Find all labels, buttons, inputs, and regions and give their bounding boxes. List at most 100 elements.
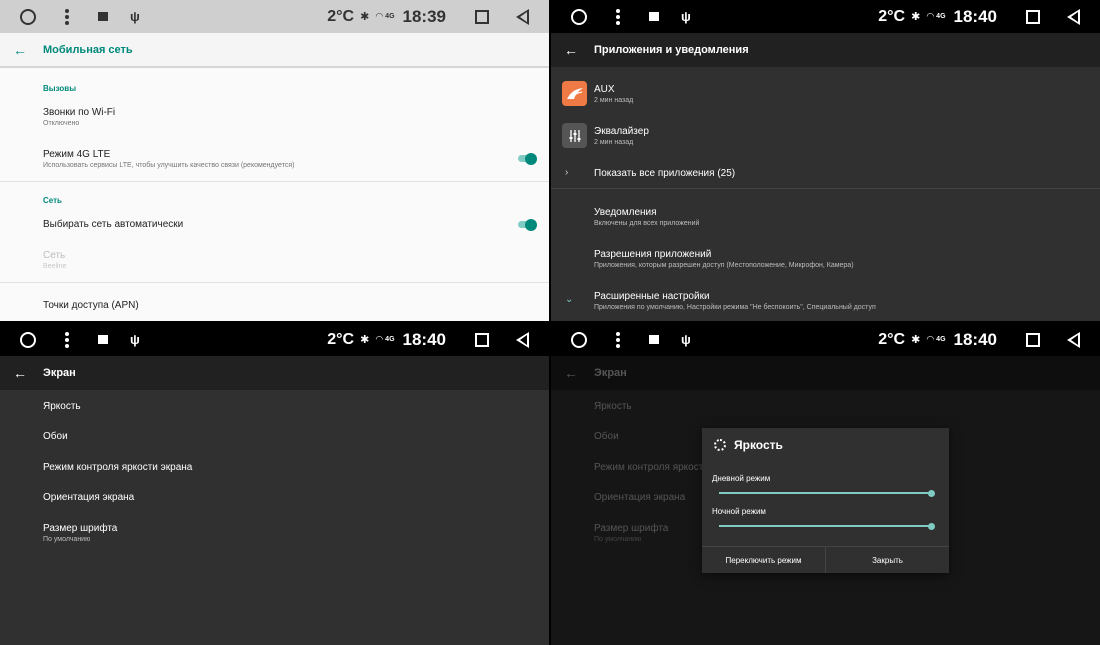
signal-label: 4G <box>385 336 395 343</box>
item-title: Разрешения приложений <box>594 249 712 260</box>
item-title: Показать все приложения (25) <box>594 168 736 179</box>
night-brightness-slider[interactable] <box>719 522 935 530</box>
back-arrow-icon[interactable]: ← <box>13 42 27 58</box>
brightness-mode-item[interactable]: Режим контроля яркости экрана <box>43 462 192 473</box>
item-subtitle: По умолчанию <box>43 536 91 543</box>
switch-mode-button[interactable]: Переключить режим <box>702 547 826 573</box>
recent-apps-icon[interactable] <box>1026 9 1040 24</box>
lte-toggle[interactable] <box>518 152 537 165</box>
back-arrow-icon: ← <box>564 365 578 381</box>
notifications-item[interactable]: Уведомления Включены для всех приложений <box>594 207 699 227</box>
image-icon <box>98 335 108 344</box>
item-title: AUX <box>594 84 615 95</box>
menu-dots-icon[interactable] <box>65 331 69 348</box>
advanced-settings-item[interactable]: Расширенные настройки Приложения по умол… <box>594 291 876 311</box>
page-title: Приложения и уведомления <box>594 44 749 56</box>
back-arrow-icon[interactable]: ← <box>564 42 578 58</box>
back-arrow-icon[interactable]: ← <box>13 365 27 381</box>
item-title: Выбирать сеть автоматически <box>43 219 184 230</box>
back-triangle-icon[interactable] <box>516 8 529 25</box>
clock: 18:40 <box>953 6 997 26</box>
auto-network-item[interactable]: Выбирать сеть автоматически <box>43 219 183 230</box>
brightness-item[interactable]: Яркость <box>43 401 81 412</box>
back-triangle-icon[interactable] <box>516 331 529 348</box>
brightness-dialog: Яркость Дневной режим Ночной режим Перек… <box>702 428 949 573</box>
chevron-right-icon: › <box>565 167 569 178</box>
wifi-icon: ◠ <box>375 334 384 344</box>
menu-dots-icon[interactable] <box>616 8 620 25</box>
usb-icon: ψ <box>130 9 140 24</box>
item-title: Режим 4G LTE <box>43 149 111 160</box>
menu-dots-icon[interactable] <box>616 331 620 348</box>
image-icon <box>649 335 659 344</box>
item-title: Сеть <box>43 250 66 261</box>
apps-notifications-screen: ψ 2°C ✱ ◠ 4G 18:40 ← Приложения и уведом… <box>551 0 1100 321</box>
show-all-apps-item[interactable]: Показать все приложения (25) <box>594 168 735 179</box>
item-subtitle: Beeline <box>43 263 67 270</box>
display-settings-screen: ψ 2°C ✱ ◠ 4G 18:40 ← Экран Яркость Обои … <box>0 323 549 645</box>
back-triangle-icon[interactable] <box>1067 8 1080 25</box>
item-title: Режим контроля яркости экрана <box>43 462 193 473</box>
item-title: Обои <box>43 431 68 442</box>
night-mode-label: Ночной режим <box>712 507 766 516</box>
home-circle-icon[interactable] <box>20 331 36 348</box>
permissions-item[interactable]: Разрешения приложений Приложения, которы… <box>594 249 854 269</box>
section-network: Сеть <box>43 196 62 205</box>
usb-icon: ψ <box>681 332 691 347</box>
close-button[interactable]: Закрыть <box>826 547 949 573</box>
font-size-item: Размер шрифта По умолчанию <box>594 523 668 543</box>
status-bar: ψ 2°C ✱ ◠ 4G 18:40 <box>551 0 1100 33</box>
item-title: Обои <box>594 431 619 442</box>
page-title: Экран <box>43 367 76 379</box>
home-circle-icon[interactable] <box>571 8 587 25</box>
toolbar: ← Мобильная сеть <box>0 33 549 68</box>
item-subtitle: 2 мин назад <box>594 139 634 146</box>
bluetooth-icon: ✱ <box>360 334 370 346</box>
lte-mode-item[interactable]: Режим 4G LTE Использовать сервисы LTE, ч… <box>43 149 294 169</box>
signal-label: 4G <box>385 13 395 20</box>
slider-thumb[interactable] <box>928 489 935 497</box>
menu-dots-icon[interactable] <box>65 8 69 25</box>
auto-network-toggle[interactable] <box>518 218 537 231</box>
signal-label: 4G <box>936 13 946 20</box>
network-item: Сеть Beeline <box>43 250 66 270</box>
wifi-calls-item[interactable]: Звонки по Wi-Fi Отключено <box>43 107 115 127</box>
wifi-icon: ◠ <box>375 11 384 21</box>
orientation-item[interactable]: Ориентация экрана <box>43 492 134 503</box>
item-title: Звонки по Wi-Fi <box>43 107 116 118</box>
orientation-item: Ориентация экрана <box>594 492 685 503</box>
home-circle-icon[interactable] <box>20 8 36 25</box>
home-circle-icon[interactable] <box>571 331 587 348</box>
status-bar: ψ 2°C ✱ ◠ 4G 18:40 <box>0 323 549 356</box>
divider <box>0 181 549 182</box>
item-subtitle: Включены для всех приложений <box>594 220 700 227</box>
equalizer-app-item[interactable]: Эквалайзер 2 мин назад <box>594 126 649 146</box>
equalizer-app-icon <box>562 123 587 148</box>
recent-apps-icon[interactable] <box>475 332 489 347</box>
slider-thumb[interactable] <box>928 522 935 530</box>
item-title: Ориентация экрана <box>594 492 686 503</box>
brightness-dialog-screen: ψ 2°C ✱ ◠ 4G 18:40 ← Экран Яркость Обои … <box>551 323 1100 645</box>
recent-apps-icon[interactable] <box>475 9 489 24</box>
aux-app-item[interactable]: AUX 2 мин назад <box>594 84 633 104</box>
page-title: Мобильная сеть <box>43 43 133 56</box>
item-subtitle: Приложения, которым разрешен доступ (Мес… <box>594 262 854 269</box>
wallpaper-item[interactable]: Обои <box>43 431 68 442</box>
item-subtitle: Использовать сервисы LTE, чтобы улучшить… <box>43 162 295 169</box>
bluetooth-icon: ✱ <box>360 11 370 23</box>
temperature: 2°C <box>878 330 906 348</box>
apn-item[interactable]: Точки доступа (APN) <box>43 300 139 311</box>
temperature: 2°C <box>327 330 355 348</box>
temperature: 2°C <box>327 7 355 25</box>
day-brightness-slider[interactable] <box>719 489 935 497</box>
aux-app-icon <box>562 81 587 106</box>
font-size-item[interactable]: Размер шрифта По умолчанию <box>43 523 117 543</box>
wifi-icon: ◠ <box>926 11 935 21</box>
item-title: Размер шрифта <box>594 523 669 534</box>
divider <box>551 188 1100 189</box>
toolbar: ← Экран <box>551 356 1100 390</box>
divider <box>0 282 549 283</box>
recent-apps-icon[interactable] <box>1026 332 1040 347</box>
back-triangle-icon[interactable] <box>1067 331 1080 348</box>
clock: 18:40 <box>402 329 446 349</box>
